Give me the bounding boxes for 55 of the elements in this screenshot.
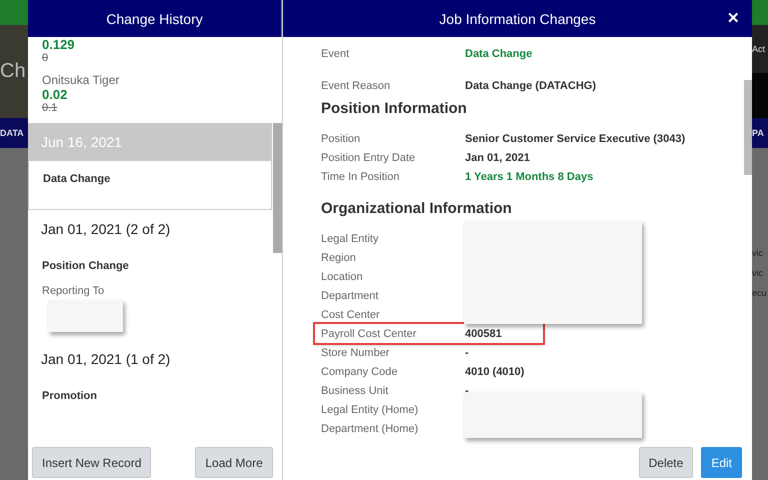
field-value: - (465, 346, 469, 358)
new-value: 0.129 (42, 37, 76, 52)
history-event[interactable]: Promotion (28, 378, 272, 415)
close-button[interactable]: ✕ (727, 9, 740, 27)
history-event[interactable]: Data Change (28, 161, 272, 210)
field-label: Position Entry Date (321, 152, 416, 164)
field-label: Time In Position (321, 170, 400, 182)
field-label: Legal Entity (321, 232, 380, 244)
section-heading: Organizational Information (321, 200, 513, 217)
field-label: Position (321, 132, 362, 144)
background-banner (0, 0, 28, 25)
history-date[interactable]: Jan 01, 2021 (2 of 2) (28, 210, 272, 248)
field-value: 1 Years 1 Months 8 Days (465, 170, 594, 182)
field-value: 4010 (4010) (465, 366, 524, 378)
field-label: Legal Entity (Home) (321, 404, 420, 416)
background-heading: Ch (0, 60, 26, 83)
background-tab-label: DATA (0, 128, 24, 138)
field-label: Payroll Cost Center (321, 328, 418, 340)
field-value: Senior Customer Service Executive (3043) (465, 132, 686, 144)
background-text: Act (752, 44, 766, 54)
field-value: - (465, 384, 469, 396)
field-value: 400581 (465, 328, 502, 340)
panel-button[interactable]: Insert New Record (32, 447, 152, 478)
section-heading: Position Information (321, 100, 468, 117)
panel-button[interactable]: Load More (195, 447, 273, 478)
panel-title: Change History (28, 0, 282, 37)
delete-button[interactable]: Delete (638, 447, 694, 478)
field-label: Company Code (321, 366, 398, 378)
field-value: Data Change (465, 48, 532, 60)
field-label: Department (321, 290, 380, 302)
old-value: 0.1 (42, 102, 58, 114)
photo-placeholder (752, 73, 768, 118)
history-date[interactable]: Jan 01, 2021 (1 of 2) (28, 340, 272, 378)
new-value: 0.02 (42, 87, 68, 102)
background-text: ecu (752, 288, 768, 298)
field-label: Event Reason (321, 80, 392, 92)
field-label: Business Unit (321, 384, 390, 396)
field-label: Region (321, 252, 357, 264)
field-value: Data Change (DATACHG) (465, 80, 596, 92)
field-label: Event (321, 48, 350, 60)
field-label: Cost Center (321, 308, 381, 320)
field-label: Location (321, 270, 364, 282)
history-event[interactable]: Position Change (28, 248, 272, 285)
field-label: Reporting To (42, 285, 106, 297)
scrollbar[interactable] (744, 80, 752, 175)
dialog-title: Job Information Changes (439, 10, 596, 26)
field-value: Jan 01, 2021 (465, 152, 530, 164)
background-tab-label: PA (752, 128, 764, 138)
field-label: Store Number (321, 346, 390, 358)
scrollbar[interactable] (273, 123, 282, 253)
field-label: Onitsuka Tiger (42, 73, 120, 87)
background-text: vic (752, 248, 764, 258)
field-label: Department (Home) (321, 422, 420, 434)
background-text: vic (752, 268, 764, 278)
old-value: 0 (42, 52, 50, 64)
